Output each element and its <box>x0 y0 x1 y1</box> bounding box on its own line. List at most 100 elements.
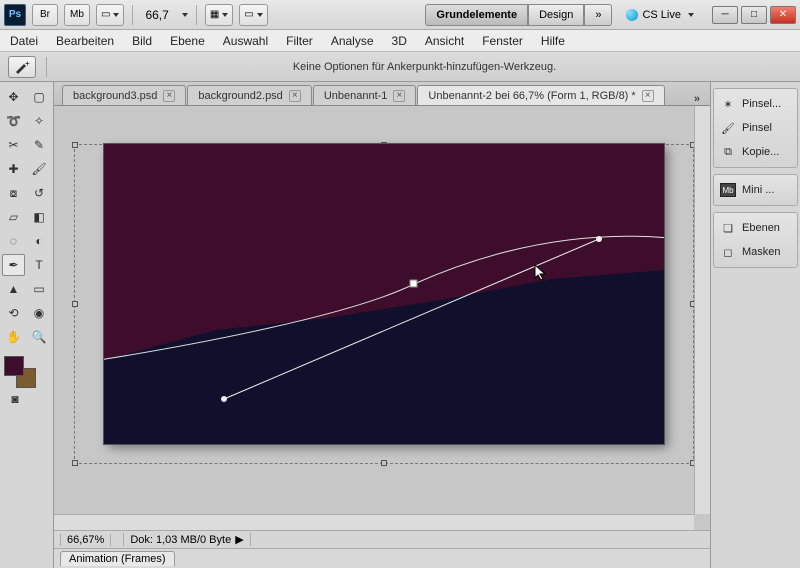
menu-3d[interactable]: 3D <box>392 34 407 48</box>
foreground-color-swatch[interactable] <box>4 356 24 376</box>
menu-select[interactable]: Auswahl <box>223 34 268 48</box>
doc-tab-4-label: Unbenannt-2 bei 66,7% (Form 1, RGB/8) * <box>428 90 635 102</box>
screen-icon: ▭ <box>244 9 253 20</box>
masks-icon: ◻ <box>719 244 737 260</box>
panel-brush-presets[interactable]: ✶Pinsel... <box>716 93 795 115</box>
tool-heal[interactable]: ✚ <box>2 158 25 180</box>
close-icon[interactable]: × <box>642 90 654 102</box>
arrange-button[interactable]: ▦ <box>205 4 233 26</box>
menu-window[interactable]: Fenster <box>482 34 523 48</box>
menu-help[interactable]: Hilfe <box>541 34 565 48</box>
tool-shape[interactable]: ▭ <box>28 278 51 300</box>
workspace-design[interactable]: Design <box>528 4 584 26</box>
close-icon[interactable]: × <box>393 90 405 102</box>
tool-move[interactable]: ✥ <box>2 86 25 108</box>
status-docinfo[interactable]: Dok: 1,03 MB/0 Byte ▶ <box>123 533 250 546</box>
pen-plus-icon: + <box>14 60 30 74</box>
clone-icon: ⧉ <box>719 144 737 160</box>
tab-overflow[interactable]: » <box>684 93 710 105</box>
close-icon[interactable]: × <box>289 90 301 102</box>
window-minimize[interactable]: ─ <box>712 6 738 24</box>
brush-presets-icon: ✶ <box>719 96 737 112</box>
tool-zoom[interactable]: 🔍 <box>28 326 51 348</box>
brush-icon: 🖌 <box>719 120 737 136</box>
panel-group-2: MbMini ... <box>713 174 798 206</box>
doc-tab-2-label: background2.psd <box>198 90 282 102</box>
tool-gradient[interactable]: ◧ <box>28 206 51 228</box>
tool-stamp[interactable]: ⧇ <box>2 182 25 204</box>
toolbox: ✥ ▢ ➰ ✧ ✂ ✎ ✚ 🖌 ⧇ ↺ ▱ ◧ ◌ ◐ ✒ T ▲ ▭ ⟲ ◉ … <box>0 82 54 568</box>
panel-dock: ✶Pinsel... 🖌Pinsel ⧉Kopie... MbMini ... … <box>710 82 800 568</box>
tool-blur[interactable]: ◌ <box>2 230 25 252</box>
chevron-right-icon: ▶ <box>235 533 243 546</box>
menu-analysis[interactable]: Analyse <box>331 34 374 48</box>
tool-eraser[interactable]: ▱ <box>2 206 25 228</box>
tool-path-select[interactable]: ▲ <box>2 278 25 300</box>
layers-icon: ❏ <box>719 220 737 236</box>
status-zoom[interactable]: 66,67% <box>60 534 111 546</box>
document-area: background3.psd× background2.psd × Unbena… <box>54 82 710 568</box>
tool-type[interactable]: T <box>28 254 51 276</box>
tool-hand[interactable]: ✋ <box>2 326 25 348</box>
tool-eyedropper[interactable]: ✎ <box>28 134 51 156</box>
status-bar: 66,67% Dok: 1,03 MB/0 Byte ▶ <box>54 530 710 548</box>
options-message: Keine Optionen für Ankerpunkt-hinzufügen… <box>57 61 792 73</box>
menu-image[interactable]: Bild <box>132 34 152 48</box>
menu-filter[interactable]: Filter <box>286 34 313 48</box>
tool-wand[interactable]: ✧ <box>28 110 51 132</box>
filmstrip-icon: ▭ <box>101 9 110 20</box>
cslive-button[interactable]: CS Live <box>626 9 694 21</box>
tool-history[interactable]: ↺ <box>28 182 51 204</box>
menu-view[interactable]: Ansicht <box>425 34 464 48</box>
doc-tab-2[interactable]: background2.psd × <box>187 85 311 105</box>
app-logo: Ps <box>4 4 26 26</box>
panel-masks[interactable]: ◻Masken <box>716 241 795 263</box>
doc-tab-1[interactable]: background3.psd× <box>62 85 186 105</box>
view-extras-button[interactable]: ▭ <box>96 4 124 26</box>
panel-brush[interactable]: 🖌Pinsel <box>716 117 795 139</box>
tool-crop[interactable]: ✂ <box>2 134 25 156</box>
doc-tab-4[interactable]: Unbenannt-2 bei 66,7% (Form 1, RGB/8) * × <box>417 85 664 105</box>
menu-layer[interactable]: Ebene <box>170 34 205 48</box>
workspace-essentials[interactable]: Grundelemente <box>425 4 528 26</box>
title-bar: Ps Br Mb ▭ 66,7 ▦ ▭ Grundelemente Design… <box>0 0 800 30</box>
tool-3dorbit[interactable]: ◉ <box>28 302 51 324</box>
canvas[interactable] <box>104 144 664 444</box>
tool-brush[interactable]: 🖌 <box>28 158 51 180</box>
workspace-more[interactable]: » <box>584 4 612 26</box>
bridge-button[interactable]: Br <box>32 4 58 26</box>
document-tabs: background3.psd× background2.psd × Unbena… <box>54 82 710 106</box>
tool-pen[interactable]: ✒ <box>2 254 25 276</box>
cslive-icon <box>626 9 638 21</box>
screenmode-button[interactable]: ▭ <box>239 4 267 26</box>
menu-file[interactable]: Datei <box>10 34 38 48</box>
panel-mini[interactable]: MbMini ... <box>716 179 795 201</box>
vertical-scrollbar[interactable] <box>694 106 710 514</box>
color-swatches[interactable] <box>2 354 51 388</box>
grid-icon: ▦ <box>210 9 219 20</box>
window-close[interactable]: ✕ <box>770 6 796 24</box>
quickmask-toggle[interactable]: ◙ <box>4 390 26 408</box>
tool-marquee[interactable]: ▢ <box>28 86 51 108</box>
menu-edit[interactable]: Bearbeiten <box>56 34 114 48</box>
window-maximize[interactable]: □ <box>741 6 767 24</box>
zoom-value[interactable]: 66,7 <box>141 8 172 22</box>
doc-tab-3[interactable]: Unbenannt-1× <box>313 85 417 105</box>
current-tool-indicator[interactable]: + <box>8 56 36 78</box>
horizontal-scrollbar[interactable] <box>54 514 694 530</box>
menu-bar: Datei Bearbeiten Bild Ebene Auswahl Filt… <box>0 30 800 52</box>
svg-text:+: + <box>25 60 30 68</box>
minibridge-button[interactable]: Mb <box>64 4 90 26</box>
close-icon[interactable]: × <box>163 90 175 102</box>
cursor-icon <box>534 264 548 285</box>
tool-lasso[interactable]: ➰ <box>2 110 25 132</box>
panel-layers[interactable]: ❏Ebenen <box>716 217 795 239</box>
tool-dodge[interactable]: ◐ <box>28 230 51 252</box>
canvas-viewport[interactable] <box>54 106 710 530</box>
zoom-dropdown-icon[interactable] <box>182 13 188 17</box>
tool-3drotate[interactable]: ⟲ <box>2 302 25 324</box>
animation-tab[interactable]: Animation (Frames) <box>60 551 175 566</box>
panel-clone[interactable]: ⧉Kopie... <box>716 141 795 163</box>
panel-group-1: ✶Pinsel... 🖌Pinsel ⧉Kopie... <box>713 88 798 168</box>
cslive-label: CS Live <box>642 9 681 21</box>
